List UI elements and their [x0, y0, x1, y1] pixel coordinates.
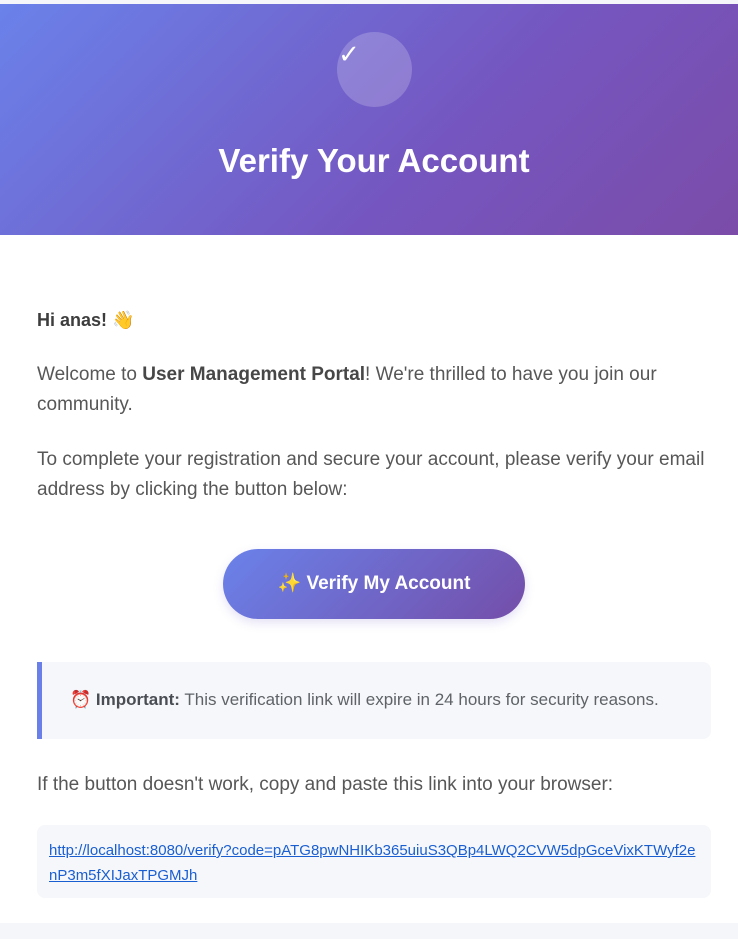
- email-header: ✓ Verify Your Account: [0, 4, 738, 235]
- welcome-prefix: Welcome to: [37, 364, 143, 385]
- welcome-paragraph: Welcome to User Management Portal! We're…: [37, 360, 707, 420]
- greeting-text: Hi anas! 👋: [37, 310, 135, 330]
- fallback-instructions: If the button doesn't work, copy and pas…: [37, 774, 614, 795]
- instructions-paragraph: To complete your registration and secure…: [37, 449, 705, 500]
- expiry-notice: ⏰ Important: This verification link will…: [37, 662, 711, 739]
- notice-text: ⏰ Important: This verification link will…: [70, 689, 659, 711]
- header-title: Verify Your Account: [218, 142, 530, 179]
- verification-link[interactable]: http://localhost:8080/verify?code=pATG8p…: [49, 838, 699, 888]
- email-content: Hi anas! 👋 Welcome to User Management Po…: [0, 235, 738, 923]
- email-container: ✓ Verify Your Account Hi anas! 👋 Welcome…: [0, 0, 738, 939]
- link-box: http://localhost:8080/verify?code=pATG8p…: [37, 825, 711, 898]
- portal-name: User Management Portal: [142, 364, 366, 385]
- notice-body: This verification link will expire in 24…: [179, 690, 659, 709]
- notice-label: Important:: [95, 690, 180, 709]
- alarm-clock-icon: ⏰: [70, 690, 92, 710]
- verify-account-button[interactable]: ✨ Verify My Account: [223, 549, 525, 619]
- checkmark-icon: ✓: [338, 40, 360, 70]
